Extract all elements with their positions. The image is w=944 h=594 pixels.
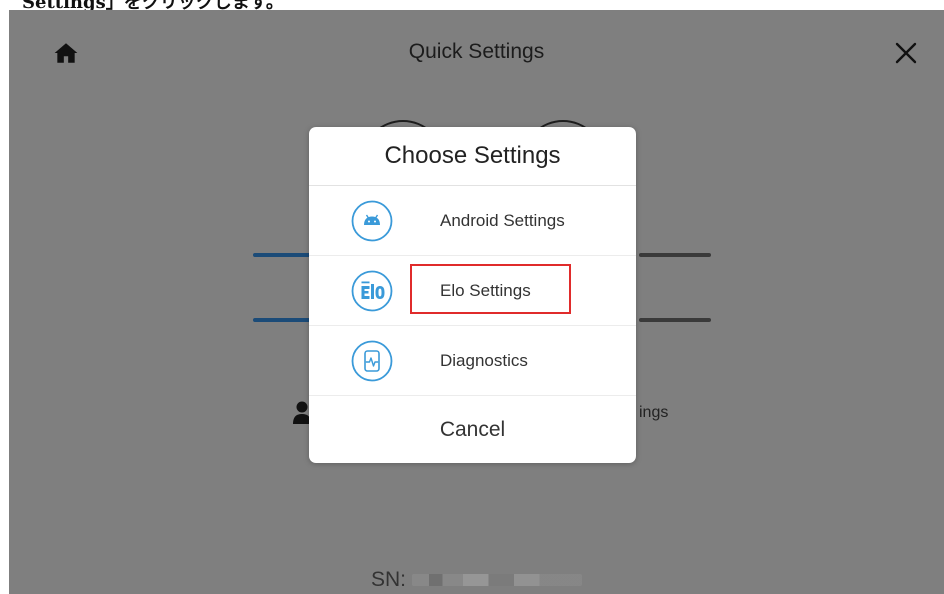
diagnostics-label: Diagnostics [440,350,528,370]
android-icon [351,200,393,241]
elo-settings-option[interactable]: Elo Settings [309,256,636,326]
caption-strip: Settings」をクリックします。 [0,0,944,10]
screen-title: Quick Settings [408,40,545,63]
serial-value-redacted [412,574,583,586]
caption-text: Settings」をクリックします。 [22,0,284,10]
background-slider-1-track [639,253,711,257]
serial-label: SN: [371,568,407,591]
android-settings-option[interactable]: Android Settings [309,186,636,256]
background-settings-label: ings [639,404,669,421]
serial-number: SN: [371,565,583,594]
choose-settings-dialog: Choose Settings Android Settings Elo Set… [309,127,636,463]
background-slider-2-track [639,318,711,322]
elo-logo-icon [351,270,393,311]
diagnostics-icon [351,340,393,381]
android-settings-label: Android Settings [440,210,565,230]
close-icon[interactable] [894,41,918,65]
dialog-title: Choose Settings [309,127,636,186]
cancel-button[interactable]: Cancel [309,396,636,463]
diagnostics-option[interactable]: Diagnostics [309,326,636,396]
highlight-box [410,264,571,314]
